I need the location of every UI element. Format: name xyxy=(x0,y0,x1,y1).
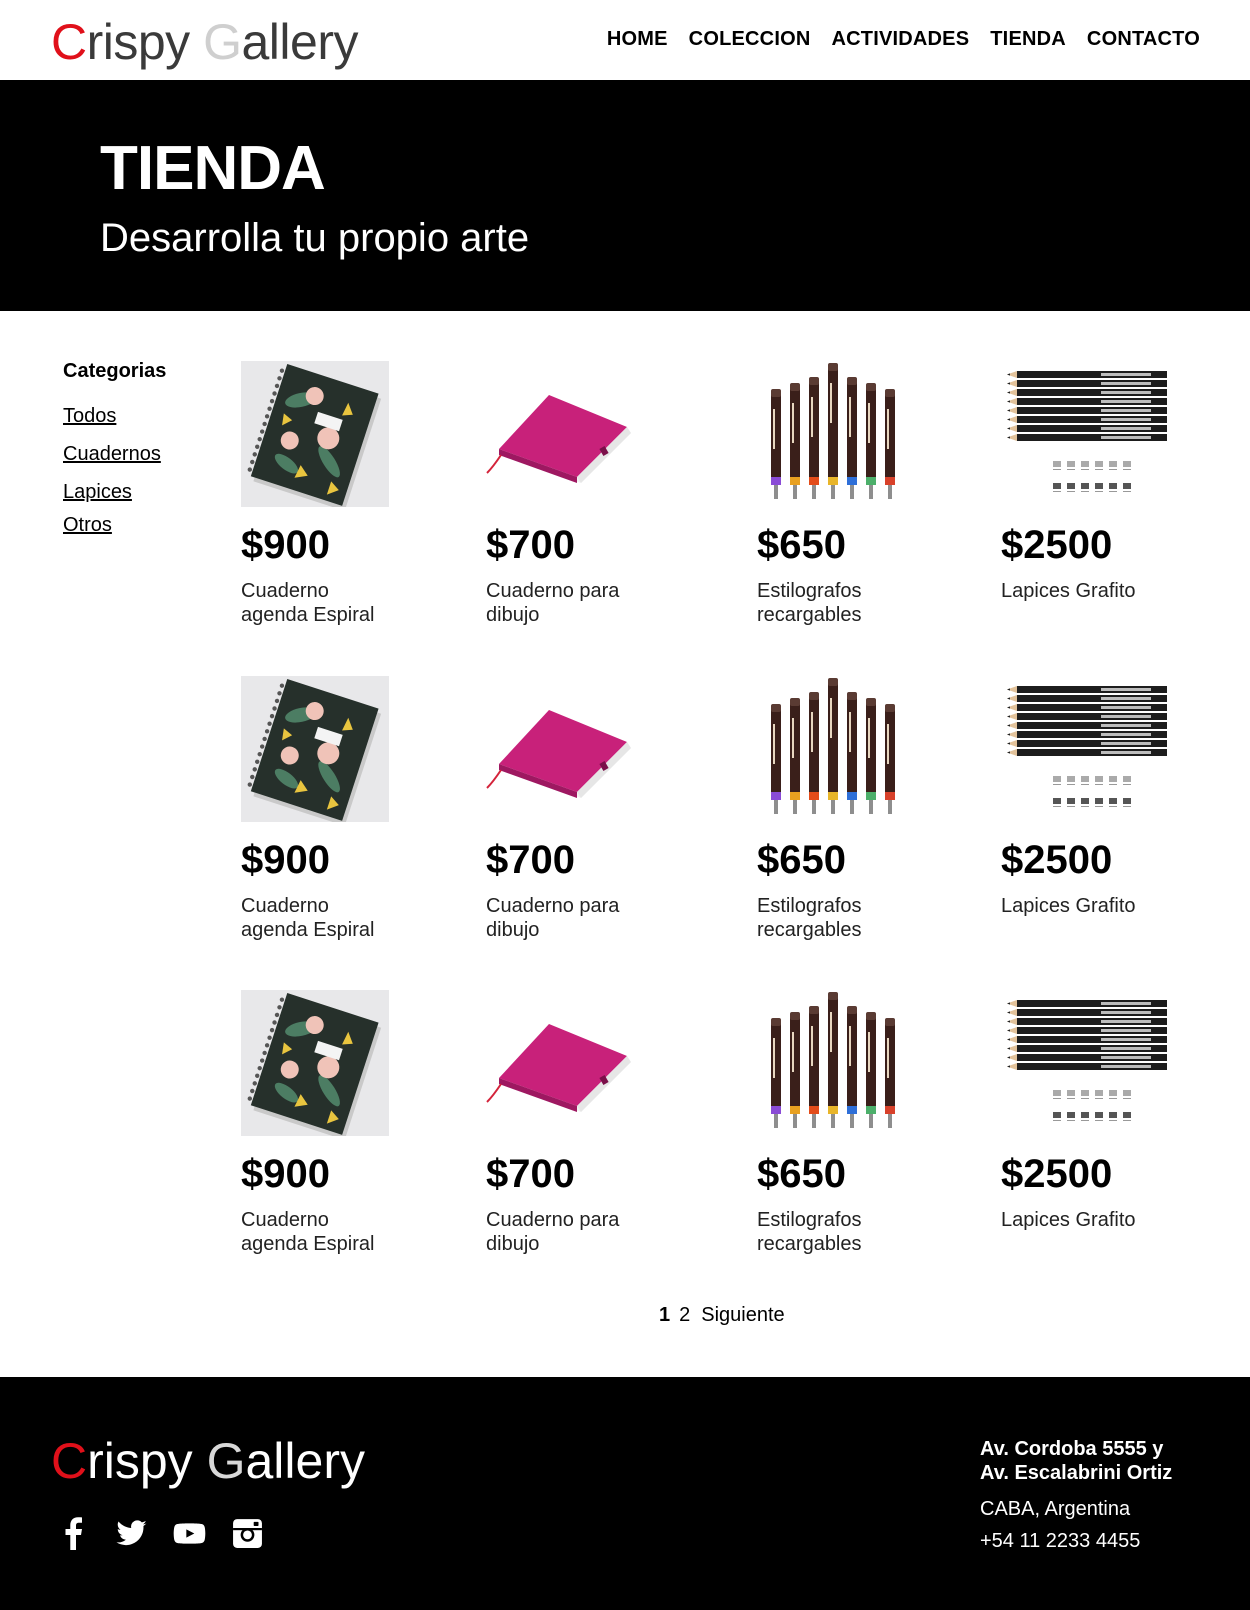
social-links xyxy=(57,1517,264,1550)
nav-coleccion[interactable]: COLECCION xyxy=(689,28,811,51)
nav-contacto[interactable]: CONTACTO xyxy=(1087,28,1200,51)
nav-home[interactable]: HOME xyxy=(607,28,668,51)
category-sidebar: Categorias Todos Cuadernos Lapices Otros xyxy=(63,360,213,537)
youtube-icon[interactable] xyxy=(173,1517,206,1550)
logo-letter-c: C xyxy=(51,14,87,70)
footer-logo[interactable]: Crispy Gallery xyxy=(51,1431,365,1491)
product-name[interactable]: Lapices Grafito xyxy=(1001,894,1181,918)
product-price: $900 xyxy=(241,523,330,567)
product-card[interactable]: $650 Estilografos recargables xyxy=(757,676,957,942)
product-price: $2500 xyxy=(1001,523,1113,567)
spiral-notebook-image[interactable] xyxy=(241,361,391,509)
category-otros[interactable]: Otros xyxy=(63,514,213,537)
product-name[interactable]: Cuaderno agenda Espiral xyxy=(241,1208,381,1256)
category-todos[interactable]: Todos xyxy=(63,405,213,428)
nav-tienda[interactable]: TIENDA xyxy=(990,28,1066,51)
category-cuadernos[interactable]: Cuadernos xyxy=(63,443,213,466)
technical-pens-image[interactable] xyxy=(757,361,907,509)
graphite-pencils-image[interactable] xyxy=(1001,361,1167,509)
spiral-notebook-image[interactable] xyxy=(241,676,391,824)
product-name[interactable]: Cuaderno para dibujo xyxy=(486,1208,626,1256)
product-card[interactable]: $900 Cuaderno agenda Espiral xyxy=(241,990,441,1256)
logo-letter-g: G xyxy=(203,14,242,70)
footer-logo-text-1: rispy xyxy=(87,1433,207,1489)
page-2[interactable]: 2 xyxy=(679,1304,690,1327)
address-city: CABA, Argentina xyxy=(980,1498,1131,1520)
product-price: $900 xyxy=(241,1152,330,1196)
spiral-notebook-image[interactable] xyxy=(241,990,391,1138)
hero-banner: TIENDA Desarrolla tu propio arte xyxy=(0,80,1250,311)
technical-pens-image[interactable] xyxy=(757,676,907,824)
product-card[interactable]: $700 Cuaderno para dibujo xyxy=(486,990,686,1256)
product-name[interactable]: Estilografos recargables xyxy=(757,1208,897,1256)
product-price: $2500 xyxy=(1001,838,1113,882)
product-price: $2500 xyxy=(1001,1152,1113,1196)
address-line-1: Av. Cordoba 5555 y xyxy=(980,1438,1164,1460)
address-line-2: Av. Escalabrini Ortiz xyxy=(980,1462,1173,1484)
product-card[interactable]: $650 Estilografos recargables xyxy=(757,990,957,1256)
product-price: $650 xyxy=(757,523,846,567)
product-name[interactable]: Estilografos recargables xyxy=(757,579,897,627)
instagram-icon[interactable] xyxy=(231,1517,264,1550)
top-bar: Crispy Gallery HOME COLECCION ACTIVIDADE… xyxy=(0,0,1250,80)
product-name[interactable]: Lapices Grafito xyxy=(1001,579,1181,603)
pink-notebook-image[interactable] xyxy=(486,676,636,824)
twitter-icon[interactable] xyxy=(115,1517,148,1550)
main-nav: HOME COLECCION ACTIVIDADES TIENDA CONTAC… xyxy=(607,28,1200,51)
product-price: $650 xyxy=(757,1152,846,1196)
footer: Crispy Gallery Av. Cordoba 5555 y Av. Es… xyxy=(0,1377,1250,1610)
page-subtitle: Desarrolla tu propio arte xyxy=(100,216,530,260)
pagination: 1 2 Siguiente xyxy=(659,1304,785,1327)
product-price: $700 xyxy=(486,838,575,882)
footer-logo-text-2: allery xyxy=(245,1433,365,1489)
logo-text-2: allery xyxy=(241,14,358,70)
product-price: $700 xyxy=(486,523,575,567)
logo-text-1: rispy xyxy=(86,14,204,70)
product-price: $650 xyxy=(757,838,846,882)
product-price: $900 xyxy=(241,838,330,882)
brand-logo[interactable]: Crispy Gallery xyxy=(51,12,358,72)
product-card[interactable]: $2500 Lapices Grafito xyxy=(1001,676,1201,918)
product-price: $700 xyxy=(486,1152,575,1196)
graphite-pencils-image[interactable] xyxy=(1001,676,1167,824)
page-title: TIENDA xyxy=(100,134,326,203)
product-name[interactable]: Cuaderno para dibujo xyxy=(486,894,626,942)
product-card[interactable]: $2500 Lapices Grafito xyxy=(1001,990,1201,1232)
page-next[interactable]: Siguiente xyxy=(701,1304,784,1327)
product-card[interactable]: $650 Estilografos recargables xyxy=(757,361,957,627)
product-name[interactable]: Cuaderno para dibujo xyxy=(486,579,626,627)
product-card[interactable]: $900 Cuaderno agenda Espiral xyxy=(241,361,441,627)
footer-logo-letter-g: G xyxy=(206,1433,246,1489)
pink-notebook-image[interactable] xyxy=(486,990,636,1138)
footer-logo-letter-c: C xyxy=(51,1433,88,1489)
category-title: Categorias xyxy=(63,360,167,382)
graphite-pencils-image[interactable] xyxy=(1001,990,1167,1138)
nav-actividades[interactable]: ACTIVIDADES xyxy=(831,28,969,51)
product-card[interactable]: $700 Cuaderno para dibujo xyxy=(486,676,686,942)
category-lapices[interactable]: Lapices xyxy=(63,481,213,504)
page-current[interactable]: 1 xyxy=(659,1304,670,1327)
product-name[interactable]: Cuaderno agenda Espiral xyxy=(241,894,381,942)
product-card[interactable]: $2500 Lapices Grafito xyxy=(1001,361,1201,603)
footer-address: Av. Cordoba 5555 y Av. Escalabrini Ortiz… xyxy=(980,1437,1220,1553)
pink-notebook-image[interactable] xyxy=(486,361,636,509)
product-name[interactable]: Lapices Grafito xyxy=(1001,1208,1181,1232)
facebook-icon[interactable] xyxy=(57,1517,90,1550)
product-name[interactable]: Estilografos recargables xyxy=(757,894,897,942)
technical-pens-image[interactable] xyxy=(757,990,907,1138)
address-phone: +54 11 2233 4455 xyxy=(980,1530,1141,1552)
product-name[interactable]: Cuaderno agenda Espiral xyxy=(241,579,381,627)
product-card[interactable]: $900 Cuaderno agenda Espiral xyxy=(241,676,441,942)
product-card[interactable]: $700 Cuaderno para dibujo xyxy=(486,361,686,627)
